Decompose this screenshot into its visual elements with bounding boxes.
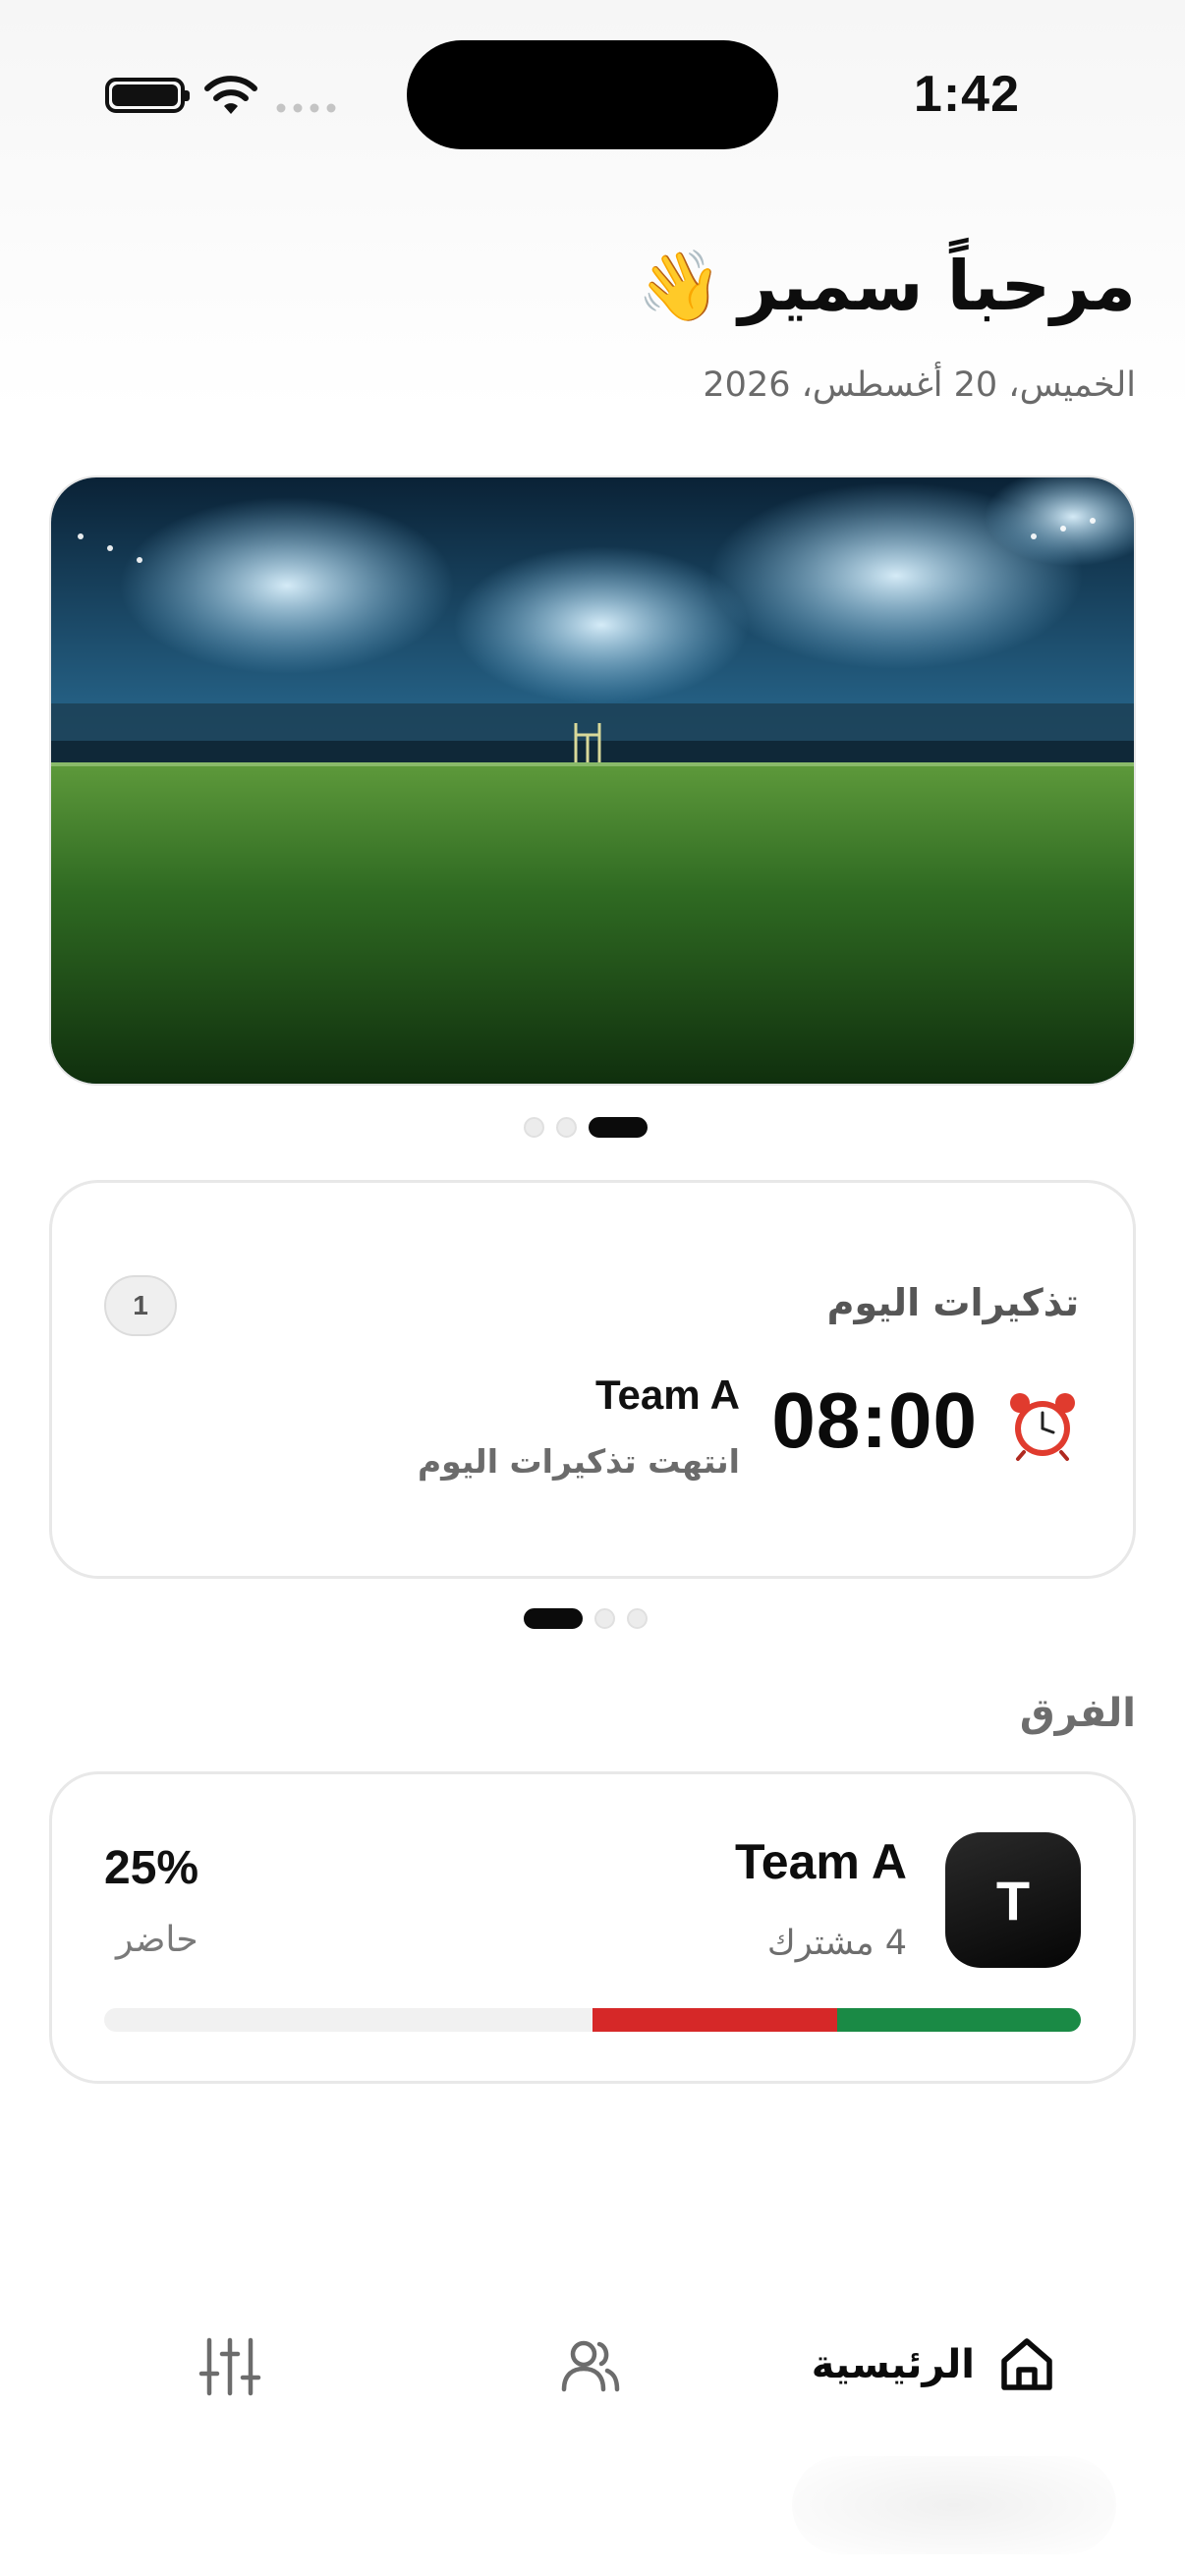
progress-present-segment xyxy=(836,2008,1081,2032)
home-icon xyxy=(1001,2338,1052,2390)
reminder-time: 08:00 xyxy=(771,1376,978,1464)
greeting-text: مرحباً سمير xyxy=(738,246,1136,326)
bottom-navigation: الرئيسية xyxy=(0,2299,1185,2574)
nav-home-label: الرئيسية xyxy=(811,2342,975,2387)
teams-section-title: الفرق xyxy=(1019,1691,1136,1736)
reminders-pagination xyxy=(524,1608,648,1629)
pagination-dot-active[interactable] xyxy=(524,1608,583,1629)
battery-icon xyxy=(105,78,190,113)
users-icon[interactable] xyxy=(558,2334,623,2399)
stadium-image xyxy=(51,477,1134,1084)
current-date: الخميس، 20 أغسطس، 2026 xyxy=(703,365,1136,405)
pagination-dot[interactable] xyxy=(524,1117,544,1138)
team-card[interactable]: T Team A 4 مشترك 25% حاضر xyxy=(49,1771,1136,2084)
hero-pagination xyxy=(524,1117,648,1138)
pagination-dot[interactable] xyxy=(627,1608,648,1629)
dynamic-island xyxy=(407,40,778,149)
team-name: Team A xyxy=(734,1834,907,1889)
pagination-dot-active[interactable] xyxy=(589,1117,648,1138)
status-bar: 1:42 xyxy=(0,0,1185,196)
wifi-icon xyxy=(204,76,257,114)
status-time: 1:42 xyxy=(913,66,1020,123)
greeting: مرحباً سمير 👋 xyxy=(637,246,1136,326)
attendance-progress-bar xyxy=(104,2008,1081,2032)
nav-glow xyxy=(792,2456,1116,2554)
waving-hand-icon: 👋 xyxy=(637,246,723,326)
reminder-subtitle: انتهت تذكيرات اليوم xyxy=(417,1442,740,1481)
team-avatar: T xyxy=(945,1832,1081,1968)
pagination-dot[interactable] xyxy=(556,1117,577,1138)
sliders-icon[interactable] xyxy=(198,2334,262,2399)
cellular-signal-icon xyxy=(276,103,336,113)
reminders-card[interactable]: تذكيرات اليوم 1 08:00 Team A انتهت تذكير… xyxy=(49,1180,1136,1579)
progress-absent-segment xyxy=(592,2008,837,2032)
nav-item-home[interactable]: الرئيسية xyxy=(812,2334,1057,2395)
hero-banner[interactable] xyxy=(49,476,1136,1086)
attendance-label: حاضر xyxy=(116,1920,198,1960)
attendance-percent: 25% xyxy=(104,1842,199,1894)
reminders-title: تذكيرات اليوم xyxy=(826,1281,1079,1324)
reminder-team: Team A xyxy=(594,1372,740,1418)
alarm-clock-icon xyxy=(1010,1393,1075,1461)
reminders-count-badge: 1 xyxy=(104,1275,177,1336)
team-members-count: 4 مشترك xyxy=(766,1924,907,1963)
pagination-dot[interactable] xyxy=(594,1608,615,1629)
